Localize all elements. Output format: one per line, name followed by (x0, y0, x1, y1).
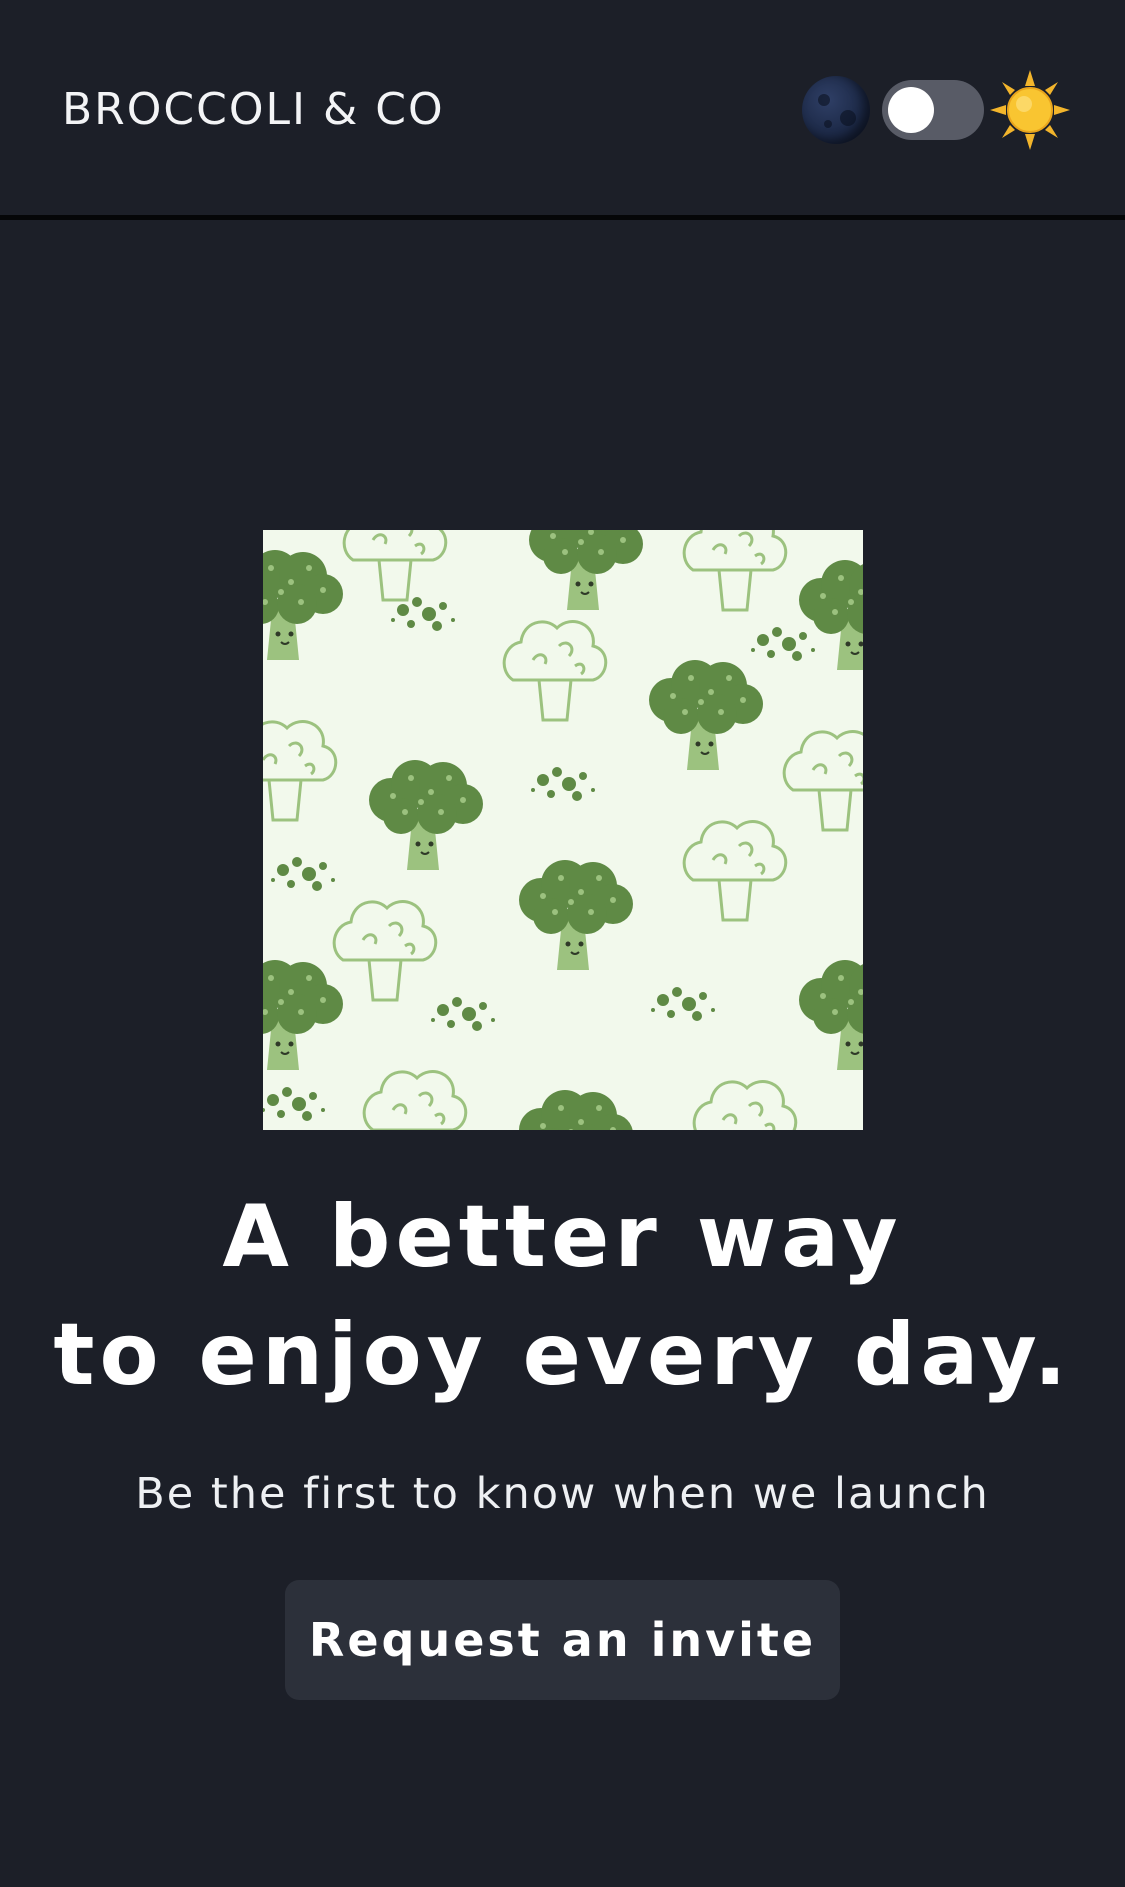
headline-line-1: A better way (222, 1187, 903, 1287)
request-invite-button[interactable]: Request an invite (285, 1580, 840, 1700)
sun-icon (990, 70, 1070, 150)
toggle-knob[interactable] (888, 87, 934, 133)
brand-logo-text[interactable]: BROCCOLI & CO (62, 84, 445, 136)
headline-line-2: to enjoy every day. (53, 1305, 1072, 1405)
broccoli-pattern-illustration (263, 530, 863, 1130)
moon-icon (802, 76, 870, 144)
hero-subheadline: Be the first to know when we launch (135, 1469, 990, 1519)
theme-toggle[interactable] (882, 80, 984, 140)
hero-headline: A better way to enjoy every day. (0, 1178, 1125, 1414)
theme-switch[interactable] (800, 70, 1070, 150)
top-header: BROCCOLI & CO (0, 0, 1125, 220)
